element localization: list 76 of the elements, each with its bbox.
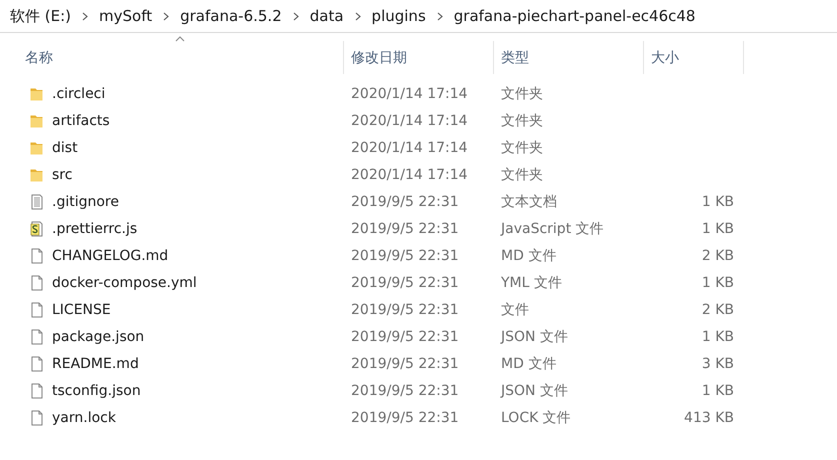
file-size: 1 KB	[702, 382, 734, 398]
breadcrumb-item[interactable]: 软件 (E:)	[8, 6, 74, 26]
file-type: 文件夹	[501, 112, 543, 128]
file-name[interactable]: CHANGELOG.md	[52, 248, 168, 264]
chevron-icon[interactable]	[354, 12, 361, 20]
modified-date: 2019/9/5 22:31	[351, 302, 459, 318]
folder-icon	[30, 140, 44, 156]
file-icon	[30, 356, 44, 372]
file-icon	[30, 328, 44, 344]
file-icon	[30, 302, 44, 318]
modified-date: 2019/9/5 22:31	[351, 248, 459, 264]
column-header[interactable]: 名称	[25, 48, 53, 66]
file-size: 2 KB	[702, 248, 734, 264]
breadcrumb-item[interactable]: grafana-piechart-panel-ec46c48	[452, 7, 698, 25]
modified-date: 2019/9/5 22:31	[351, 410, 459, 426]
file-type: 文件	[501, 302, 529, 318]
file-name[interactable]: README.md	[52, 356, 139, 372]
file-type: 文件夹	[501, 166, 543, 182]
file-type: JSON 文件	[501, 382, 568, 398]
modified-date: 2020/1/14 17:14	[351, 112, 468, 128]
folder-icon	[30, 166, 44, 182]
column-header[interactable]: 修改日期	[351, 48, 407, 66]
file-type: 文件夹	[501, 86, 543, 102]
file-type: 文件夹	[501, 140, 543, 156]
file-name[interactable]: src	[52, 166, 72, 182]
file-type: LOCK 文件	[501, 410, 571, 426]
file-type: YML 文件	[501, 274, 562, 290]
file-name[interactable]: .circleci	[52, 86, 106, 102]
modified-date: 2019/9/5 22:31	[351, 328, 459, 344]
file-type: JavaScript 文件	[501, 220, 604, 236]
chevron-icon[interactable]	[82, 12, 88, 20]
file-icon	[30, 410, 44, 426]
breadcrumb-item[interactable]: plugins	[370, 7, 428, 25]
document-icon	[30, 194, 44, 210]
chevron-icon[interactable]	[292, 12, 299, 20]
file-type: MD 文件	[501, 356, 556, 372]
breadcrumb-item[interactable]: data	[308, 7, 346, 25]
folder-icon	[30, 86, 44, 102]
file-type: 文本文档	[501, 194, 557, 210]
column-header[interactable]: 大小	[651, 48, 679, 66]
file-name[interactable]: package.json	[52, 328, 144, 344]
file-name[interactable]: LICENSE	[52, 302, 111, 318]
file-name[interactable]: .prettierrc.js	[52, 220, 138, 236]
column-header[interactable]: 类型	[501, 48, 529, 66]
file-icon	[30, 248, 44, 264]
modified-date: 2020/1/14 17:14	[351, 166, 468, 182]
modified-date: 2020/1/14 17:14	[351, 140, 468, 156]
file-size: 1 KB	[702, 328, 734, 344]
file-size: 2 KB	[702, 302, 734, 318]
file-type: JSON 文件	[501, 328, 568, 344]
file-icon	[30, 382, 44, 398]
breadcrumb-item[interactable]: mySoft	[97, 7, 154, 25]
file-name[interactable]: artifacts	[52, 112, 110, 128]
file-size: 3 KB	[702, 356, 734, 372]
file-name[interactable]: yarn.lock	[52, 410, 116, 426]
modified-date: 2019/9/5 22:31	[351, 382, 459, 398]
modified-date: 2019/9/5 22:31	[351, 356, 459, 372]
modified-date: 2019/9/5 22:31	[351, 274, 459, 290]
file-name[interactable]: dist	[52, 140, 78, 156]
file-size: 1 KB	[702, 220, 734, 236]
file-icon	[30, 274, 44, 290]
script-file-icon	[30, 220, 44, 236]
chevron-icon[interactable]	[436, 12, 443, 20]
file-size: 1 KB	[702, 194, 734, 210]
file-name[interactable]: tsconfig.json	[52, 382, 141, 398]
modified-date: 2019/9/5 22:31	[351, 194, 459, 210]
file-name[interactable]: docker-compose.yml	[52, 274, 197, 290]
file-name[interactable]: .gitignore	[52, 194, 119, 210]
chevron-icon[interactable]	[163, 12, 170, 20]
modified-date: 2020/1/14 17:14	[351, 86, 468, 102]
file-size: 413 KB	[684, 410, 734, 426]
modified-date: 2019/9/5 22:31	[351, 220, 459, 236]
file-size: 1 KB	[702, 274, 734, 290]
breadcrumb-item[interactable]: grafana-6.5.2	[178, 7, 284, 25]
file-type: MD 文件	[501, 248, 556, 264]
folder-icon	[30, 112, 44, 128]
